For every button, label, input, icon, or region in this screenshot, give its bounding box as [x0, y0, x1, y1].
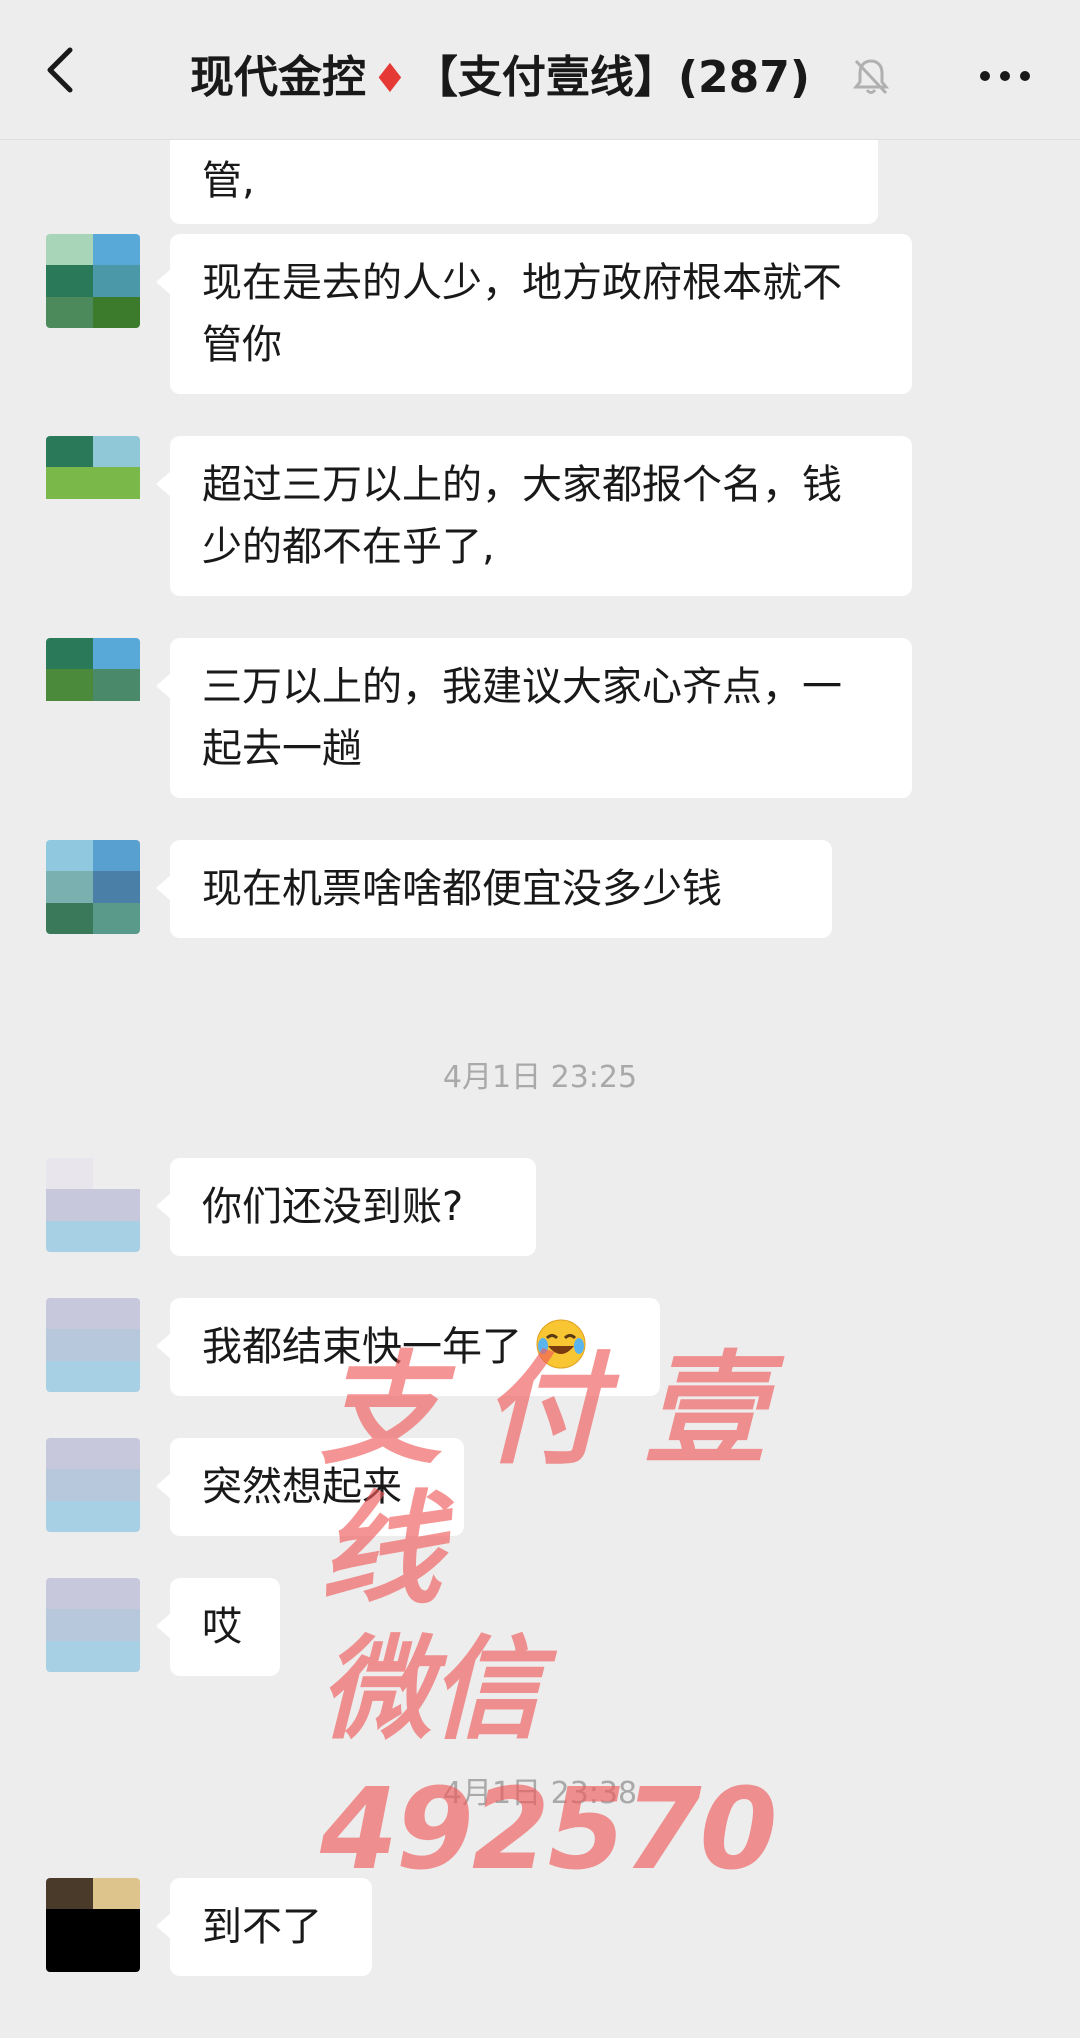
title-main: 现代金控 [190, 52, 366, 103]
message-bubble[interactable]: 现在是去的人少，地方政府根本就不管你 [156, 234, 912, 394]
avatar[interactable] [46, 1438, 140, 1532]
message-bubble[interactable]: 三万以上的，我建议大家心齐点，一起去一趟 [156, 638, 912, 798]
back-icon[interactable] [36, 44, 88, 96]
message-text: 哎 [202, 1604, 242, 1650]
message-bubble[interactable]: 超过三万以上的，大家都报个名，钱少的都不在乎了, [156, 436, 912, 596]
avatar[interactable] [46, 840, 140, 934]
title-group: 【支付壹线】(287) [413, 52, 810, 103]
avatar[interactable] [46, 1298, 140, 1392]
message-text: 管, [202, 158, 255, 204]
message-text: 超过三万以上的，大家都报个名，钱少的都不在乎了, [202, 462, 842, 570]
message-text: 三万以上的，我建议大家心齐点，一起去一趟 [202, 664, 842, 772]
timestamp: 4月1日 23:38 [442, 1776, 638, 1811]
message-bubble[interactable]: 现在机票啥啥都便宜没多少钱 [156, 840, 832, 938]
timestamp: 4月1日 23:25 [442, 1060, 638, 1095]
chat-title: 现代金控 ♦ 【支付壹线】(287) [190, 48, 810, 108]
message-text: 现在是去的人少，地方政府根本就不管你 [202, 260, 842, 368]
message-bubble[interactable]: 哎 [156, 1578, 280, 1676]
avatar[interactable] [46, 436, 140, 530]
message-text: 现在机票啥啥都便宜没多少钱 [202, 866, 722, 912]
message-text: 你们还没到账? [202, 1184, 464, 1230]
chat-area[interactable]: 管, 现在是去的人少，地方政府根本就不管你 超过三万以上的，大家都报个名，钱少的… [0, 140, 1080, 2038]
more-options-icon[interactable] [975, 56, 1035, 96]
message-bubble[interactable]: 到不了 [156, 1878, 372, 1976]
message-text: 我都结束快一年了 [202, 1324, 522, 1370]
avatar[interactable] [46, 1878, 140, 1972]
message-bubble[interactable]: 我都结束快一年了 [156, 1298, 660, 1396]
avatar[interactable] [46, 234, 140, 328]
chat-header: 现代金控 ♦ 【支付壹线】(287) [0, 0, 1080, 140]
message-bubble[interactable]: 你们还没到账? [156, 1158, 536, 1256]
avatar[interactable] [46, 1158, 140, 1252]
diamond-icon: ♦ [372, 56, 408, 102]
bell-off-icon [852, 59, 890, 95]
message-bubble[interactable]: 管, [170, 140, 878, 224]
avatar[interactable] [46, 1578, 140, 1672]
message-text: 到不了 [202, 1904, 322, 1950]
message-text: 突然想起来 [202, 1464, 402, 1510]
crying-laughing-emoji [536, 1319, 586, 1369]
message-bubble[interactable]: 突然想起来 [156, 1438, 464, 1536]
avatar[interactable] [46, 638, 140, 732]
